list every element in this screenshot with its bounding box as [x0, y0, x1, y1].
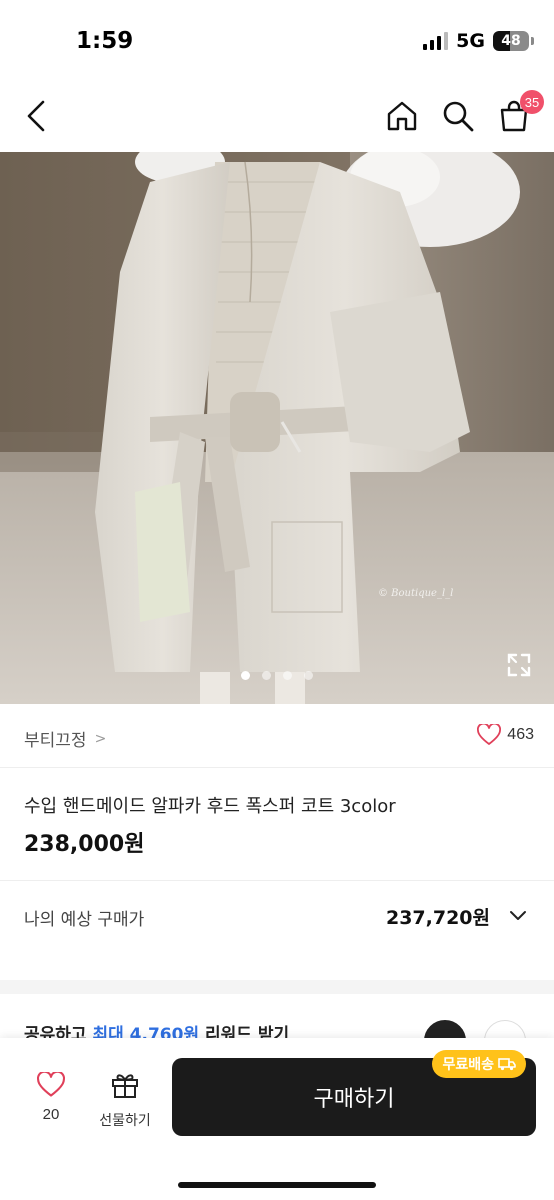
brand-link[interactable]: 부티끄정 >	[24, 726, 107, 752]
estimate-value: 237,720원	[385, 907, 490, 929]
gift-button[interactable]: 선물하기	[90, 1070, 160, 1130]
top-nav-bar: 35	[0, 80, 554, 152]
status-bar: 1:59 5G 48	[0, 0, 554, 80]
home-button[interactable]	[382, 96, 422, 136]
cart-count-badge: 35	[520, 90, 544, 114]
back-button[interactable]	[18, 96, 54, 136]
search-icon	[443, 101, 474, 132]
heart-outline-icon	[477, 724, 502, 745]
status-time: 1:59	[76, 28, 134, 54]
gift-label: 선물하기	[99, 1113, 151, 1129]
cart-button[interactable]: 35	[494, 90, 544, 136]
truck-icon	[498, 1058, 516, 1071]
search-button[interactable]	[438, 96, 478, 136]
chevron-left-icon	[27, 100, 45, 132]
image-watermark: © Boutique_l_l	[378, 588, 454, 599]
like-button[interactable]: 463	[477, 724, 534, 746]
chevron-down-icon	[510, 911, 526, 920]
signal-icon	[423, 32, 449, 50]
gallery-dot[interactable]	[283, 671, 292, 680]
gallery-dot[interactable]	[262, 671, 271, 680]
brand-row: 부티끄정 > 463	[0, 704, 554, 768]
brand-name: 부티끄정	[24, 731, 87, 751]
gallery-dot[interactable]	[304, 671, 313, 680]
bottom-like-count: 20	[42, 1106, 60, 1123]
battery-level: 48	[501, 33, 521, 49]
bottom-like-button[interactable]: 20	[26, 1070, 76, 1123]
free-shipping-badge: 무료배송	[432, 1050, 526, 1078]
home-icon	[387, 101, 417, 131]
product-title: 수입 핸드메이드 알파카 후드 폭스퍼 코트 3color	[24, 796, 396, 817]
gallery-pagination	[0, 671, 554, 680]
bottom-action-bar: 20 선물하기 구매하기 무료배송	[0, 1038, 554, 1200]
product-image-gallery[interactable]: © Boutique_l_l	[0, 152, 554, 704]
status-indicators: 5G 48	[423, 30, 534, 52]
expand-image-button[interactable]	[506, 652, 532, 678]
expand-icon	[507, 653, 531, 677]
product-price: 238,000원	[24, 832, 145, 857]
like-count: 463	[507, 726, 534, 743]
chevron-right-icon: >	[94, 730, 107, 747]
product-photo	[0, 152, 554, 704]
divider	[0, 880, 554, 881]
gallery-dot[interactable]	[241, 671, 250, 680]
network-type: 5G	[456, 30, 485, 52]
section-divider	[0, 980, 554, 994]
gift-icon	[112, 1074, 138, 1098]
battery-icon: 48	[493, 31, 534, 51]
home-indicator	[178, 1182, 376, 1188]
heart-outline-icon	[36, 1070, 66, 1097]
estimate-label: 나의 예상 구매가	[24, 910, 145, 930]
free-shipping-label: 무료배송	[442, 1057, 494, 1073]
